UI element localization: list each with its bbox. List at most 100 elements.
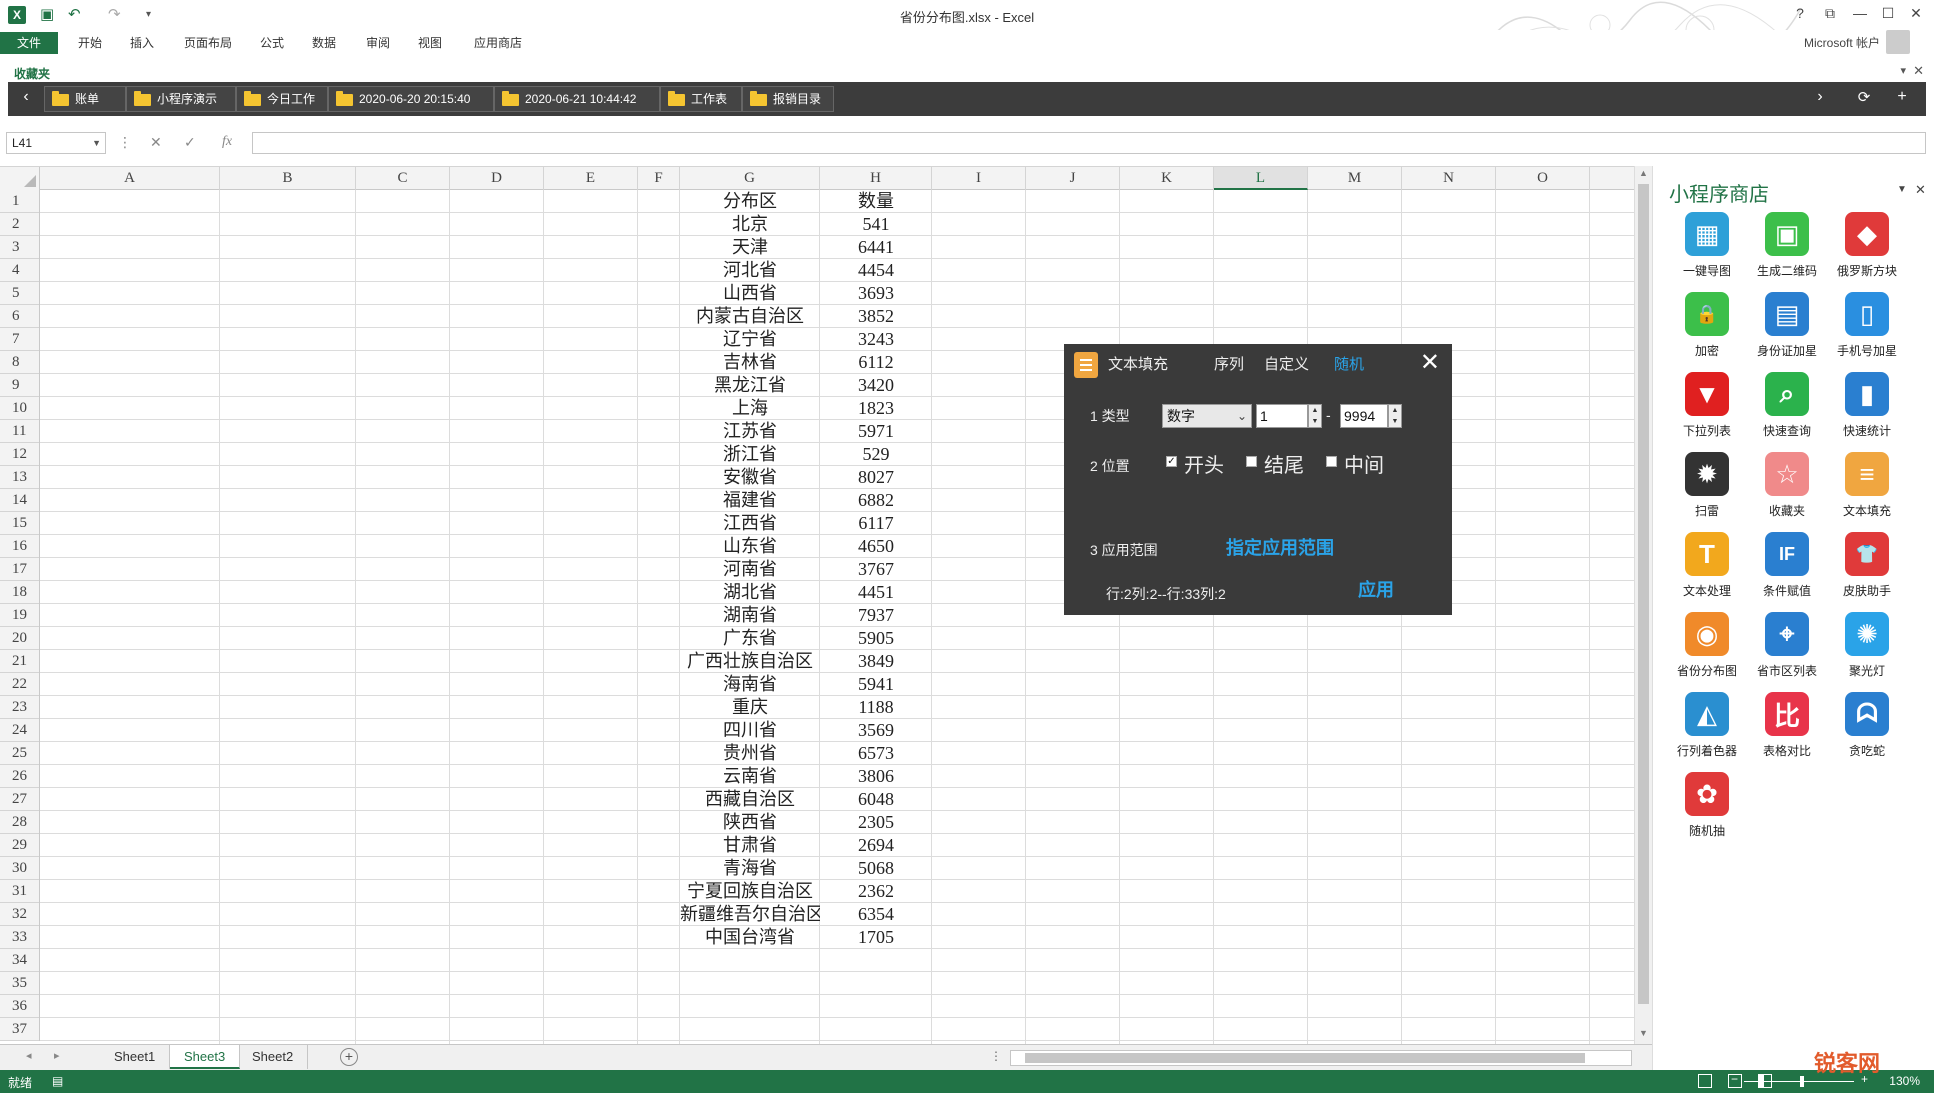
column-header-i[interactable]: I xyxy=(932,167,1026,190)
min-value-input[interactable]: 1 xyxy=(1256,404,1308,428)
row-header[interactable]: 11 xyxy=(0,420,39,443)
cell-count[interactable]: 4454 xyxy=(820,259,932,282)
app-star[interactable]: ☆ 收藏夹 xyxy=(1747,452,1827,528)
refresh-icon[interactable]: ⟳ xyxy=(1852,88,1876,106)
row-header[interactable]: 24 xyxy=(0,719,39,742)
app-textfill[interactable]: ≡ 文本填充 xyxy=(1827,452,1907,528)
scroll-down-icon[interactable]: ▼ xyxy=(1639,1028,1648,1038)
scroll-up-icon[interactable]: ▲ xyxy=(1639,168,1648,178)
row-header[interactable]: 30 xyxy=(0,857,39,880)
row-header[interactable]: 21 xyxy=(0,650,39,673)
column-header-d[interactable]: D xyxy=(450,167,544,190)
row-header[interactable]: 34 xyxy=(0,949,39,972)
cell-count[interactable]: 6573 xyxy=(820,742,932,765)
cell-region[interactable]: 甘肃省 xyxy=(680,834,820,857)
cell-count[interactable]: 数量 xyxy=(820,190,932,213)
select-all-button[interactable] xyxy=(0,167,40,190)
row-header[interactable]: 2 xyxy=(0,213,39,236)
row-header[interactable]: 8 xyxy=(0,351,39,374)
tab-page-layout[interactable]: 页面布局 xyxy=(178,32,238,54)
favorite-item[interactable]: 小程序演示 xyxy=(126,86,236,112)
app-text[interactable]: T 文本处理 xyxy=(1667,532,1747,608)
tab-random[interactable]: 随机 xyxy=(1334,353,1364,374)
row-header[interactable]: 3 xyxy=(0,236,39,259)
max-value-stepper[interactable]: ▲ ▼ xyxy=(1388,404,1402,428)
scroll-thumb[interactable] xyxy=(1025,1053,1585,1063)
favorite-item[interactable]: 2020-06-21 10:44:42 xyxy=(494,86,660,112)
row-header[interactable]: 7 xyxy=(0,328,39,351)
close-window-button[interactable]: ✕ xyxy=(1906,5,1926,22)
cell-count[interactable]: 3569 xyxy=(820,719,932,742)
app-search[interactable]: ⌕ 快速查询 xyxy=(1747,372,1827,448)
cell-count[interactable]: 3852 xyxy=(820,305,932,328)
app-if[interactable]: IF 条件赋值 xyxy=(1747,532,1827,608)
cell-region[interactable]: 河南省 xyxy=(680,558,820,581)
cell-region[interactable]: 内蒙古自治区 xyxy=(680,305,820,328)
cell-count[interactable]: 3849 xyxy=(820,650,932,673)
cell-region[interactable]: 江西省 xyxy=(680,512,820,535)
cell-count[interactable]: 2694 xyxy=(820,834,932,857)
cell-count[interactable]: 8027 xyxy=(820,466,932,489)
cell-count[interactable]: 3420 xyxy=(820,374,932,397)
cell-region[interactable]: 山西省 xyxy=(680,282,820,305)
app-lock[interactable]: 🔒 加密 xyxy=(1667,292,1747,368)
app-cube[interactable]: ◆ 俄罗斯方块 xyxy=(1827,212,1907,288)
cell-count[interactable]: 541 xyxy=(820,213,932,236)
column-header-j[interactable]: J xyxy=(1026,167,1120,190)
cell-region[interactable]: 新疆维吾尔自治区 xyxy=(680,903,820,926)
cell-region[interactable]: 西藏自治区 xyxy=(680,788,820,811)
app-bulb[interactable]: ✺ 聚光灯 xyxy=(1827,612,1907,688)
cell-count[interactable]: 3767 xyxy=(820,558,932,581)
cell-count[interactable]: 3693 xyxy=(820,282,932,305)
tab-view[interactable]: 视图 xyxy=(412,32,448,54)
sheet-tab-sheet2[interactable]: Sheet2 xyxy=(238,1045,309,1069)
close-icon[interactable]: ✕ xyxy=(1420,348,1440,377)
zoom-slider-handle[interactable] xyxy=(1800,1076,1804,1087)
avatar[interactable] xyxy=(1886,30,1910,54)
normal-view-icon[interactable] xyxy=(1698,1074,1712,1088)
enter-icon[interactable]: ✓ xyxy=(184,134,196,151)
cell-region[interactable]: 分布区 xyxy=(680,190,820,213)
cell-count[interactable]: 5971 xyxy=(820,420,932,443)
cell-count[interactable]: 529 xyxy=(820,443,932,466)
cell-count[interactable]: 2362 xyxy=(820,880,932,903)
cell-count[interactable]: 6048 xyxy=(820,788,932,811)
sheet-tab-sheet1[interactable]: Sheet1 xyxy=(100,1045,171,1069)
cell-count[interactable]: 5905 xyxy=(820,627,932,650)
column-header-g[interactable]: G xyxy=(680,167,820,190)
row-header[interactable]: 27 xyxy=(0,788,39,811)
apply-button[interactable]: 应用 xyxy=(1358,576,1394,602)
row-header[interactable]: 36 xyxy=(0,995,39,1018)
cell-region[interactable]: 重庆 xyxy=(680,696,820,719)
cell-count[interactable]: 1823 xyxy=(820,397,932,420)
row-header[interactable]: 9 xyxy=(0,374,39,397)
checkbox-end[interactable] xyxy=(1246,456,1257,467)
max-value-input[interactable]: 9994 xyxy=(1340,404,1388,428)
cell-count[interactable]: 3806 xyxy=(820,765,932,788)
row-header[interactable]: 35 xyxy=(0,972,39,995)
row-header[interactable]: 23 xyxy=(0,696,39,719)
cancel-icon[interactable]: ✕ xyxy=(150,134,162,151)
app-paint[interactable]: ◭ 行列着色器 xyxy=(1667,692,1747,768)
cell-count[interactable]: 5941 xyxy=(820,673,932,696)
row-header[interactable]: 18 xyxy=(0,581,39,604)
tab-data[interactable]: 数据 xyxy=(306,32,342,54)
name-box[interactable]: L41 ▼ xyxy=(6,132,106,154)
row-header[interactable]: 13 xyxy=(0,466,39,489)
row-header[interactable]: 32 xyxy=(0,903,39,926)
app-barchart[interactable]: ▮ 快速统计 xyxy=(1827,372,1907,448)
specify-range-button[interactable]: 指定应用范围 xyxy=(1226,534,1334,560)
cell-region[interactable]: 山东省 xyxy=(680,535,820,558)
column-header-o[interactable]: O xyxy=(1496,167,1590,190)
horizontal-scrollbar[interactable] xyxy=(1010,1050,1632,1066)
row-header[interactable]: 31 xyxy=(0,880,39,903)
favorite-item[interactable]: 工作表 xyxy=(660,86,742,112)
cell-region[interactable]: 广西壮族自治区 xyxy=(680,650,820,673)
cell-region[interactable]: 海南省 xyxy=(680,673,820,696)
app-map[interactable]: ◉ 省份分布图 xyxy=(1667,612,1747,688)
app-dropdown[interactable]: ▼ 下拉列表 xyxy=(1667,372,1747,448)
cell-region[interactable]: 上海 xyxy=(680,397,820,420)
column-header-n[interactable]: N xyxy=(1402,167,1496,190)
zoom-level[interactable]: 130% xyxy=(1889,1074,1920,1088)
row-header[interactable]: 6 xyxy=(0,305,39,328)
